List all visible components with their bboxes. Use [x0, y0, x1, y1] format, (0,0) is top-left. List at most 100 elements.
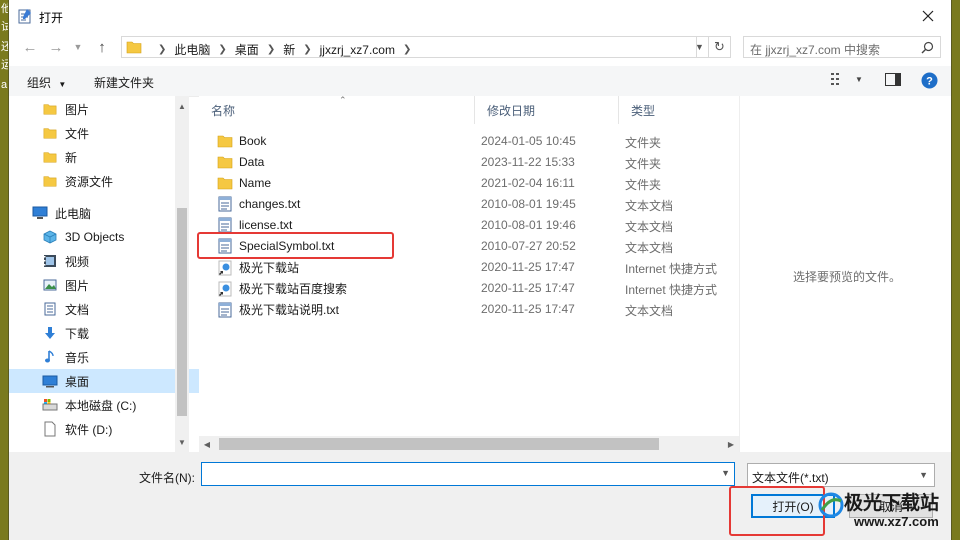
- preview-pane-button[interactable]: [885, 73, 901, 86]
- file-name: 极光下载站: [239, 261, 300, 275]
- file-type: Internet 快捷方式: [625, 262, 718, 276]
- file-row-name[interactable]: Name 2021-02-04 16:11 文件夹: [207, 172, 739, 193]
- file-row-jiguang-baidu-shortcut[interactable]: 极光下载站百度搜索 2020-11-25 17:47 Internet 快捷方式: [207, 277, 739, 298]
- file-name: license.txt: [239, 218, 293, 232]
- column-type-label: 类型: [631, 103, 656, 118]
- nav-item-this-pc[interactable]: 此电脑: [9, 201, 195, 225]
- nav-item-label: 音乐: [65, 350, 90, 365]
- pictures-icon: [41, 277, 59, 293]
- scroll-left-icon[interactable]: ◀: [199, 436, 215, 452]
- close-button[interactable]: [905, 0, 951, 32]
- video-icon: [41, 253, 59, 269]
- organize-label: 组织: [27, 76, 52, 90]
- chevron-down-icon: ▼: [73, 42, 83, 52]
- chevron-down-icon: ▼: [919, 470, 928, 480]
- arrow-left-icon: ←: [22, 38, 38, 56]
- forward-button[interactable]: →: [45, 36, 67, 58]
- column-header-name[interactable]: 名称 ⌃: [199, 95, 475, 124]
- text-file-icon: [217, 302, 233, 318]
- folder-icon: [126, 41, 142, 54]
- scroll-right-icon[interactable]: ▶: [723, 436, 739, 452]
- nav-scrollbar-thumb[interactable]: [177, 208, 187, 416]
- view-options-button[interactable]: ▼: [831, 73, 863, 85]
- file-date: 2020-11-25 17:47: [481, 260, 575, 274]
- breadcrumb-item[interactable]: jjxzrj_xz7.com: [320, 43, 395, 57]
- breadcrumb-item[interactable]: 此电脑: [174, 41, 210, 58]
- file-name: Name: [239, 176, 272, 190]
- navigation-pane: 图片 文件 新 资源文件 此电脑 3D Objects 视频 图片 文档 下载 …: [9, 96, 205, 452]
- arrow-up-icon: ↑: [98, 38, 106, 56]
- recent-locations-button[interactable]: ▼: [67, 36, 89, 58]
- scroll-up-icon[interactable]: ▲: [175, 98, 189, 114]
- nav-item-label: 下载: [65, 326, 90, 341]
- folder-icon: [41, 173, 59, 189]
- preview-pane-icon: [885, 73, 901, 86]
- file-name: changes.txt: [239, 197, 301, 211]
- background-text: a: [1, 79, 8, 91]
- filetype-select[interactable]: 文本文件(*.txt) ▼: [747, 463, 935, 487]
- help-button[interactable]: ?: [921, 72, 938, 89]
- chevron-right-icon: ❯: [218, 44, 227, 55]
- file-row-book[interactable]: Book 2024-01-05 10:45 文件夹: [207, 130, 739, 151]
- file-type: 文本文档: [625, 304, 674, 318]
- file-name: Book: [239, 134, 267, 148]
- drive-icon: [41, 397, 59, 413]
- file-row-jiguang-readme[interactable]: 极光下载站说明.txt 2020-11-25 17:47 文本文档: [207, 298, 739, 319]
- organize-button[interactable]: 组织 ▼: [27, 74, 66, 91]
- help-icon: ?: [921, 72, 938, 89]
- file-row-changes[interactable]: changes.txt 2010-08-01 19:45 文本文档: [207, 193, 739, 214]
- chevron-down-icon[interactable]: ▼: [721, 468, 730, 478]
- highlight-box: [197, 232, 394, 259]
- column-header-type[interactable]: 类型: [619, 96, 739, 124]
- address-bar[interactable]: ❯ 此电脑 ❯ 桌面 ❯ 新 ❯ jjxzrj_xz7.com ❯: [121, 36, 697, 58]
- preview-message: 选择要预览的文件。: [792, 270, 901, 284]
- breadcrumb-item[interactable]: 桌面: [235, 41, 259, 58]
- folder-icon: [217, 154, 233, 170]
- svg-text:?: ?: [926, 76, 933, 88]
- close-icon: [922, 10, 934, 22]
- nav-item-label: 本地磁盘 (C:): [65, 398, 137, 413]
- folder-icon: [217, 133, 233, 149]
- 3d-objects-icon: [41, 229, 59, 245]
- open-file-dialog: 打开 ← → ▼ ↑ ❯ 此电脑 ❯ 桌面 ❯ 新 ❯ jjxzrj_xz7.c…: [8, 0, 952, 540]
- file-date: 2010-07-27 20:52: [481, 239, 576, 253]
- column-name-label: 名称: [211, 103, 236, 118]
- back-button[interactable]: ←: [19, 36, 41, 58]
- file-list: 名称 ⌃ 修改日期 类型 Book 2024-01-05 10:45 文件夹 D…: [199, 95, 739, 452]
- nav-item-label: 3D Objects: [65, 230, 125, 244]
- file-row-data[interactable]: Data 2023-11-22 15:33 文件夹: [207, 151, 739, 172]
- file-date: 2020-11-25 17:47: [481, 302, 575, 316]
- file-date: 2024-01-05 10:45: [481, 134, 576, 148]
- refresh-button[interactable]: ↻: [709, 36, 731, 58]
- internet-shortcut-icon: [217, 281, 233, 297]
- notepad-icon: [18, 9, 31, 24]
- file-date: 2021-02-04 16:11: [481, 176, 575, 190]
- search-input[interactable]: 在 jjxzrj_xz7.com 中搜索: [743, 36, 941, 58]
- file-row-jiguang-shortcut[interactable]: 极光下载站 2020-11-25 17:47 Internet 快捷方式: [207, 256, 739, 277]
- filename-input[interactable]: ▼: [201, 462, 735, 486]
- file-type: 文本文档: [625, 199, 674, 213]
- nav-item-label: 软件 (D:): [65, 422, 113, 437]
- toolbar: 组织 ▼ 新建文件夹 ▼ ?: [9, 66, 951, 97]
- watermark-url: www.xz7.com: [854, 514, 939, 529]
- file-type: 文本文档: [625, 220, 674, 234]
- column-header-date[interactable]: 修改日期: [475, 96, 619, 124]
- file-date: 2020-11-25 17:47: [481, 281, 575, 295]
- internet-shortcut-icon: [217, 260, 233, 276]
- new-folder-button[interactable]: 新建文件夹: [94, 74, 154, 91]
- nav-item-label: 新: [65, 150, 78, 165]
- title-bar: 打开: [9, 0, 951, 32]
- preview-pane: 选择要预览的文件。: [739, 96, 951, 452]
- file-name: Data: [239, 155, 265, 169]
- nav-item-label: 图片: [65, 278, 90, 293]
- up-button[interactable]: ↑: [91, 36, 113, 58]
- address-history-dropdown[interactable]: ▼: [691, 36, 709, 58]
- refresh-icon: ↻: [714, 39, 725, 54]
- breadcrumb-item[interactable]: 新: [283, 41, 295, 58]
- folder-icon: [41, 125, 59, 141]
- desktop-icon: [41, 373, 59, 389]
- file-list-hscrollbar-thumb[interactable]: [219, 438, 659, 450]
- nav-item-label: 图片: [65, 102, 90, 117]
- folder-icon: [41, 101, 59, 117]
- scroll-down-icon[interactable]: ▼: [175, 434, 189, 450]
